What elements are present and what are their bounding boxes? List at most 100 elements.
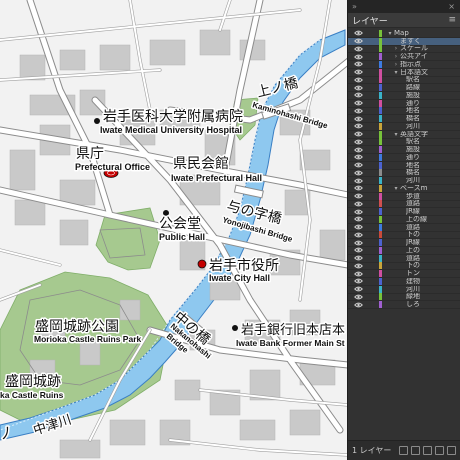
layer-name[interactable]: 英語文字 — [400, 131, 428, 138]
visibility-eye-icon[interactable] — [352, 255, 364, 262]
visibility-eye-icon[interactable] — [352, 38, 364, 45]
lock-toggle[interactable] — [364, 200, 376, 207]
layer-row[interactable]: 橋名 — [348, 169, 460, 178]
lock-toggle[interactable] — [364, 293, 376, 300]
visibility-eye-icon[interactable] — [352, 247, 364, 254]
visibility-eye-icon[interactable] — [352, 231, 364, 238]
layer-row[interactable]: 河川 — [348, 177, 460, 185]
layer-name[interactable]: 路線 — [406, 84, 420, 91]
delete-layer-icon[interactable] — [447, 446, 456, 455]
layer-row[interactable]: 歩道 — [348, 192, 460, 201]
layer-name[interactable]: ますく — [400, 38, 421, 45]
layer-name[interactable]: 地名 — [406, 107, 420, 114]
layer-name[interactable]: 公共アイ — [400, 53, 428, 60]
panel-title[interactable]: レイヤー — [352, 14, 388, 27]
visibility-eye-icon[interactable] — [352, 262, 364, 269]
layer-row[interactable]: 下の — [348, 231, 460, 240]
layer-row[interactable]: 地名 — [348, 107, 460, 116]
panel-header[interactable]: レイヤー ≡ — [348, 13, 460, 28]
lock-toggle[interactable] — [364, 247, 376, 254]
lock-toggle[interactable] — [364, 239, 376, 246]
hamburger-menu-icon[interactable]: ≡ — [448, 15, 456, 25]
layer-name[interactable]: 下の — [406, 231, 420, 238]
layer-name[interactable]: 通り — [406, 154, 420, 161]
lock-toggle[interactable] — [364, 301, 376, 308]
layer-row[interactable]: › 指示点 — [348, 60, 460, 69]
visibility-eye-icon[interactable] — [352, 208, 364, 215]
layer-row[interactable]: 駅名 — [348, 76, 460, 85]
visibility-eye-icon[interactable] — [352, 69, 364, 76]
layer-row[interactable]: 駅名 — [348, 138, 460, 147]
layer-row[interactable]: 路線 — [348, 84, 460, 92]
layer-row[interactable]: › 公共アイ — [348, 53, 460, 61]
layer-row[interactable]: 緑地 — [348, 293, 460, 302]
search-icon[interactable] — [411, 446, 420, 455]
visibility-eye-icon[interactable] — [352, 193, 364, 200]
layer-row[interactable]: ▾ ベースm — [348, 184, 460, 193]
lock-toggle[interactable] — [364, 92, 376, 99]
lock-toggle[interactable] — [364, 45, 376, 52]
layer-row[interactable]: 通り — [348, 153, 460, 162]
layer-row[interactable]: 通り — [348, 99, 460, 108]
visibility-eye-icon[interactable] — [352, 162, 364, 169]
visibility-eye-icon[interactable] — [352, 146, 364, 153]
layer-name[interactable]: 橋名 — [406, 169, 420, 176]
layer-name[interactable]: 橋名 — [406, 115, 420, 122]
expand-arrow-right-icon[interactable]: › — [392, 45, 400, 52]
layer-row[interactable]: JR線 — [348, 208, 460, 216]
lock-toggle[interactable] — [364, 84, 376, 91]
expand-arrow-down-icon[interactable]: ▾ — [392, 131, 400, 138]
visibility-eye-icon[interactable] — [352, 30, 364, 37]
expand-arrow-down-icon[interactable]: ▾ — [386, 30, 394, 37]
layer-row[interactable]: 橋名 — [348, 115, 460, 123]
layer-name[interactable]: 下の — [406, 262, 420, 269]
lock-toggle[interactable] — [364, 255, 376, 262]
visibility-eye-icon[interactable] — [352, 138, 364, 145]
layer-row[interactable]: 施設 — [348, 146, 460, 154]
lock-toggle[interactable] — [364, 216, 376, 223]
lock-toggle[interactable] — [364, 262, 376, 269]
layer-name[interactable]: 施設 — [406, 92, 420, 99]
lock-toggle[interactable] — [364, 231, 376, 238]
layer-name[interactable]: 駅名 — [406, 138, 420, 145]
lock-toggle[interactable] — [364, 177, 376, 184]
layer-row[interactable]: 上の — [348, 246, 460, 255]
visibility-eye-icon[interactable] — [352, 123, 364, 130]
lock-toggle[interactable] — [364, 123, 376, 130]
layer-row[interactable]: ▾ Map — [348, 29, 460, 38]
layer-name[interactable]: スケール — [400, 45, 428, 52]
visibility-eye-icon[interactable] — [352, 115, 364, 122]
lock-toggle[interactable] — [364, 154, 376, 161]
layer-name[interactable]: 地名 — [406, 162, 420, 169]
layer-row[interactable]: JR線 — [348, 239, 460, 247]
layer-row[interactable]: 河川 — [348, 122, 460, 131]
lock-toggle[interactable] — [364, 224, 376, 231]
visibility-eye-icon[interactable] — [352, 224, 364, 231]
locate-icon[interactable] — [423, 446, 432, 455]
layer-name[interactable]: しろ — [406, 301, 420, 308]
layer-name[interactable]: ベースm — [400, 185, 427, 192]
layers-panel[interactable]: » × レイヤー ≡ ▾ Map ますく › スケール › 公共アイ › 指示点 ▾ 日本語文 駅名路… — [348, 0, 460, 460]
lock-toggle[interactable] — [364, 131, 376, 138]
visibility-eye-icon[interactable] — [352, 200, 364, 207]
layer-row[interactable]: 道路 — [348, 254, 460, 263]
layer-name[interactable]: 通り — [406, 100, 420, 107]
layer-name[interactable]: 建物 — [406, 278, 420, 285]
layer-name[interactable]: 上の線 — [406, 216, 427, 223]
expand-arrow-right-icon[interactable]: › — [392, 61, 400, 68]
layer-name[interactable]: Map — [394, 30, 409, 37]
expand-arrow-right-icon[interactable]: › — [392, 53, 400, 60]
visibility-eye-icon[interactable] — [352, 131, 364, 138]
lock-toggle[interactable] — [364, 100, 376, 107]
city-hall-marker-icon[interactable] — [197, 259, 207, 269]
layer-name[interactable]: JR線 — [406, 208, 420, 215]
visibility-eye-icon[interactable] — [352, 154, 364, 161]
layer-row[interactable]: ▾ 日本語文 — [348, 68, 460, 77]
lock-toggle[interactable] — [364, 53, 376, 60]
layer-row[interactable]: ますく — [348, 37, 460, 46]
layer-row[interactable]: しろ — [348, 301, 460, 309]
panel-tabbar[interactable]: » × — [348, 0, 460, 13]
layer-row[interactable]: 地名 — [348, 161, 460, 170]
visibility-eye-icon[interactable] — [352, 169, 364, 176]
layer-name[interactable]: 河川 — [406, 123, 420, 130]
